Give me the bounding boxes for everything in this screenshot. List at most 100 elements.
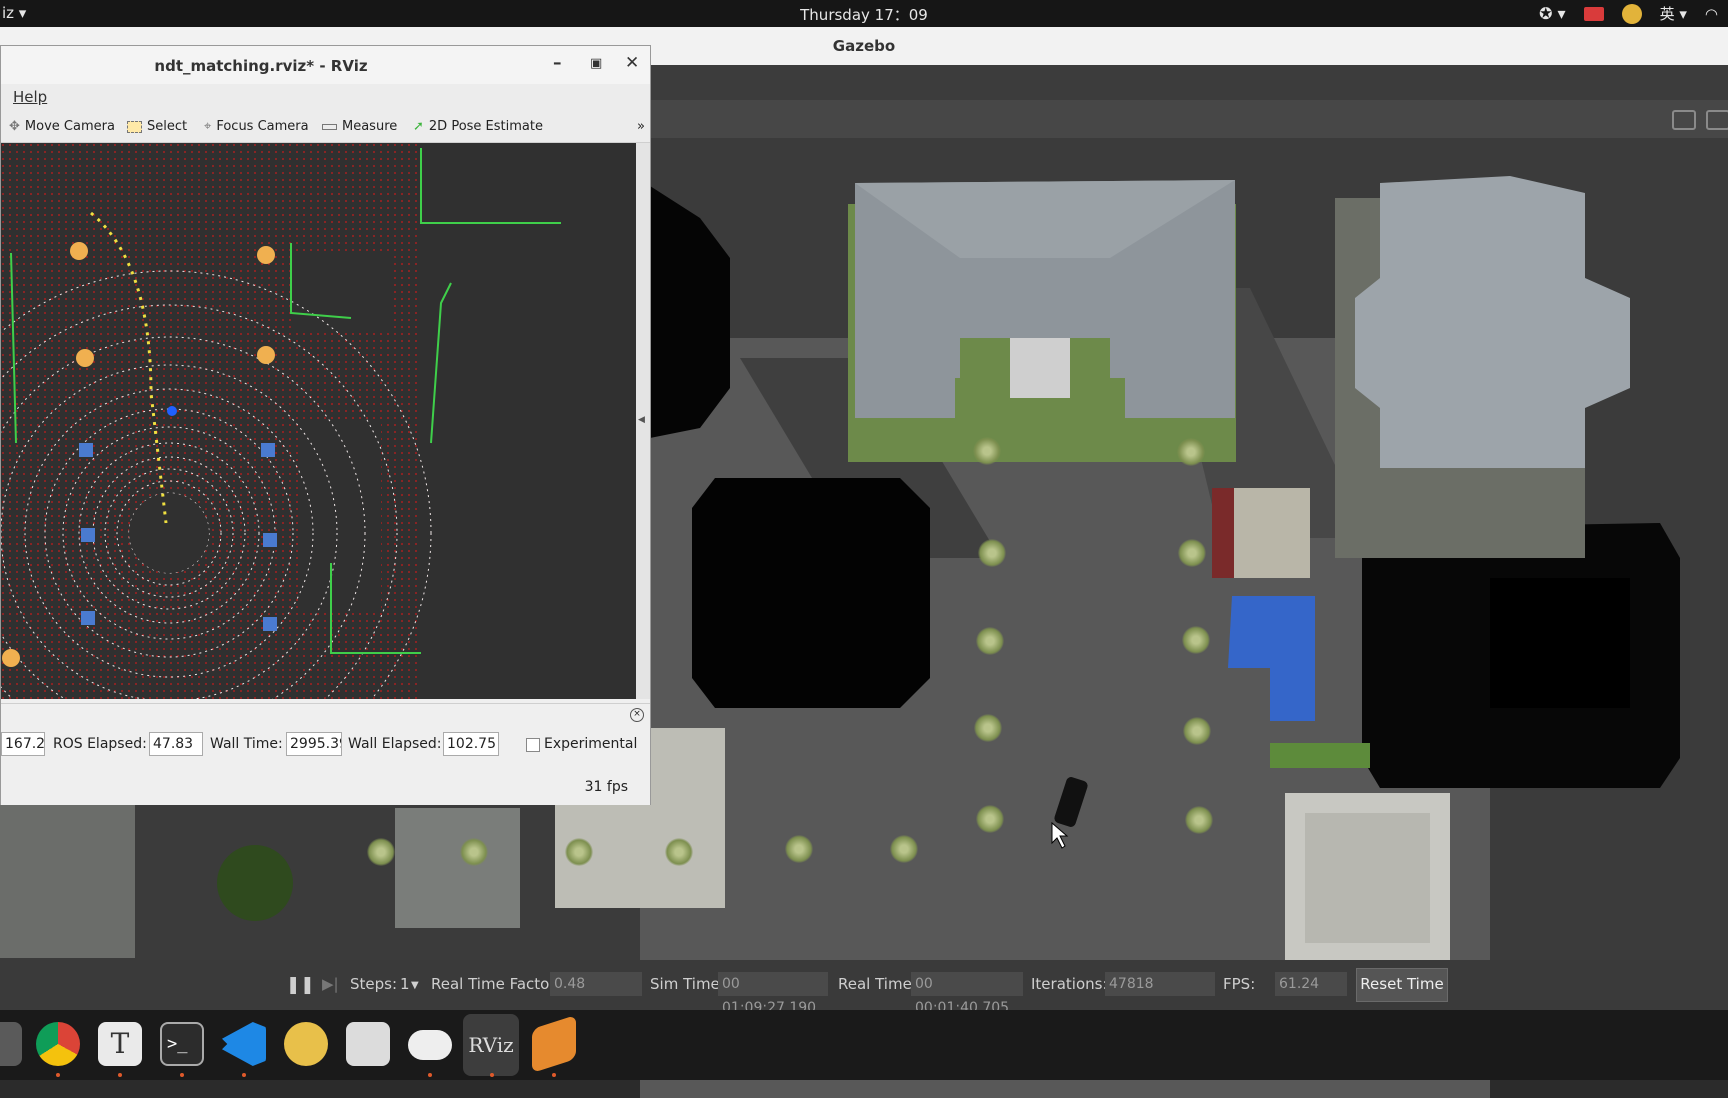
reset-time-button[interactable]: Reset Time	[1356, 968, 1448, 1002]
screen-record-icon[interactable]	[1583, 6, 1604, 21]
log-icon[interactable]	[1706, 110, 1728, 130]
fps-field: 61.24	[1275, 972, 1347, 996]
text-editor-icon[interactable]: T	[98, 1022, 142, 1066]
tree	[665, 838, 693, 866]
maximize-icon[interactable]: ▣	[590, 56, 602, 71]
select-label: Select	[147, 119, 188, 134]
close-icon[interactable]: ✕	[625, 53, 639, 73]
mouse-cursor	[1051, 821, 1069, 849]
notes-icon[interactable]	[346, 1022, 390, 1066]
small-building	[1230, 488, 1310, 578]
select-tool[interactable]: Select	[127, 119, 187, 134]
rviz-toolbar: ✥ Move Camera Select ⌖ Focus Camera Meas…	[1, 110, 650, 143]
menu-help[interactable]: Help	[13, 88, 47, 106]
steps-label: Steps:	[350, 975, 398, 993]
rviz-menu-bar: Help	[1, 84, 650, 110]
tree	[973, 437, 1001, 465]
running-indicator	[56, 1073, 60, 1077]
real-time-field: 00 00:01:40.705	[911, 972, 1023, 1016]
rviz-title-bar[interactable]: ndt_matching.rviz* - RViz – ▣ ✕	[1, 46, 650, 84]
pose-arrow-icon: ➚	[413, 119, 424, 134]
steps-dropdown-icon[interactable]: ▼	[411, 980, 419, 991]
ros-elapsed-field[interactable]: 47.83	[149, 732, 203, 756]
rviz-fps: 31 fps	[584, 779, 628, 795]
fps-label: FPS:	[1223, 975, 1256, 993]
point-cloud-view	[1, 143, 561, 699]
wifi-icon[interactable]: ◠	[1705, 5, 1718, 23]
rviz-title: ndt_matching.rviz* - RViz	[154, 57, 368, 75]
steps-spinbox[interactable]: 1	[400, 975, 410, 993]
vehicle-marker	[167, 406, 177, 416]
wall-time-field[interactable]: 2995.39	[286, 732, 342, 756]
input-method[interactable]: 英 ▾	[1660, 3, 1687, 24]
tree	[976, 627, 1004, 655]
pose-estimate-tool[interactable]: ➚ 2D Pose Estimate	[413, 119, 543, 134]
rviz-window: ndt_matching.rviz* - RViz – ▣ ✕ Help ✥ M…	[0, 45, 651, 805]
iterations-field: 47818	[1105, 972, 1215, 996]
running-indicator	[490, 1073, 494, 1077]
tree	[974, 714, 1002, 742]
chrome-icon[interactable]	[36, 1022, 80, 1066]
move-camera-label: Move Camera	[24, 119, 115, 134]
rviz-time-panel: × 167.21 ROS Elapsed: 47.83 Wall Time: 2…	[1, 703, 650, 805]
ros-elapsed-label: ROS Elapsed:	[53, 736, 147, 752]
panel-close-icon[interactable]: ×	[630, 708, 644, 722]
real-time-label: Real Time:	[838, 975, 917, 993]
measure-icon	[322, 123, 337, 130]
system-top-bar: iz ▾ Thursday 17：09 ✪ ▾ 英 ▾ ◠	[0, 0, 1728, 27]
step-icon[interactable]: ▶|	[322, 975, 339, 993]
black-building	[692, 478, 930, 708]
focus-camera-icon: ⌖	[204, 119, 212, 134]
large-tree	[217, 845, 293, 921]
tree	[978, 539, 1006, 567]
wall-elapsed-label: Wall Elapsed:	[348, 736, 442, 752]
select-icon	[127, 120, 142, 133]
tree	[565, 838, 593, 866]
running-indicator	[428, 1073, 432, 1077]
side-panel-toggle[interactable]: ◀	[636, 143, 650, 699]
tree	[785, 835, 813, 863]
indicator-icon[interactable]	[1621, 3, 1642, 24]
blue-building	[1228, 596, 1315, 721]
experimental-label: Experimental	[544, 736, 638, 752]
gazebo-icon[interactable]	[532, 1014, 576, 1074]
lightbulb-icon[interactable]	[284, 1022, 328, 1066]
rviz-3d-view[interactable]	[1, 143, 636, 699]
tree	[367, 838, 395, 866]
rtf-field: 0.48	[550, 972, 642, 996]
black-building	[650, 186, 730, 438]
taskbar-dock: T >_ RViz	[0, 1010, 1728, 1080]
focus-camera-label: Focus Camera	[216, 119, 309, 134]
wall-time-label: Wall Time:	[210, 736, 283, 752]
accessibility-icon[interactable]: ✪ ▾	[1539, 4, 1566, 23]
focus-camera-tool[interactable]: ⌖ Focus Camera	[204, 119, 309, 134]
right-mansion-roof	[1355, 176, 1630, 468]
experimental-checkbox[interactable]	[526, 738, 540, 752]
minimize-icon[interactable]: –	[553, 53, 562, 73]
tree	[890, 835, 918, 863]
tree	[1182, 626, 1210, 654]
screenshot-icon[interactable]	[1672, 110, 1696, 130]
move-camera-icon: ✥	[9, 119, 20, 134]
collapse-icon: ◀	[638, 415, 645, 425]
pause-icon[interactable]: ❚❚	[286, 975, 315, 995]
measure-tool[interactable]: Measure	[322, 119, 397, 134]
tree	[1177, 438, 1205, 466]
tree	[1185, 806, 1213, 834]
running-indicator	[180, 1073, 184, 1077]
gamepad-icon[interactable]	[408, 1030, 452, 1060]
tree	[1183, 717, 1211, 745]
terminal-icon[interactable]: >_	[160, 1022, 204, 1066]
files-icon[interactable]	[0, 1022, 22, 1066]
clock[interactable]: Thursday 17：09	[0, 4, 1728, 25]
wall-elapsed-field[interactable]: 102.75	[443, 732, 499, 756]
tree	[976, 805, 1004, 833]
ros-time-field[interactable]: 167.21	[1, 732, 45, 756]
rviz-icon[interactable]: RViz	[463, 1014, 519, 1076]
tree	[1178, 539, 1206, 567]
tree	[460, 838, 488, 866]
system-tray: ✪ ▾ 英 ▾ ◠	[1539, 3, 1718, 24]
vscode-icon[interactable]	[222, 1022, 266, 1066]
move-camera-tool[interactable]: ✥ Move Camera	[9, 119, 115, 134]
toolbar-overflow-icon[interactable]: »	[637, 119, 645, 134]
